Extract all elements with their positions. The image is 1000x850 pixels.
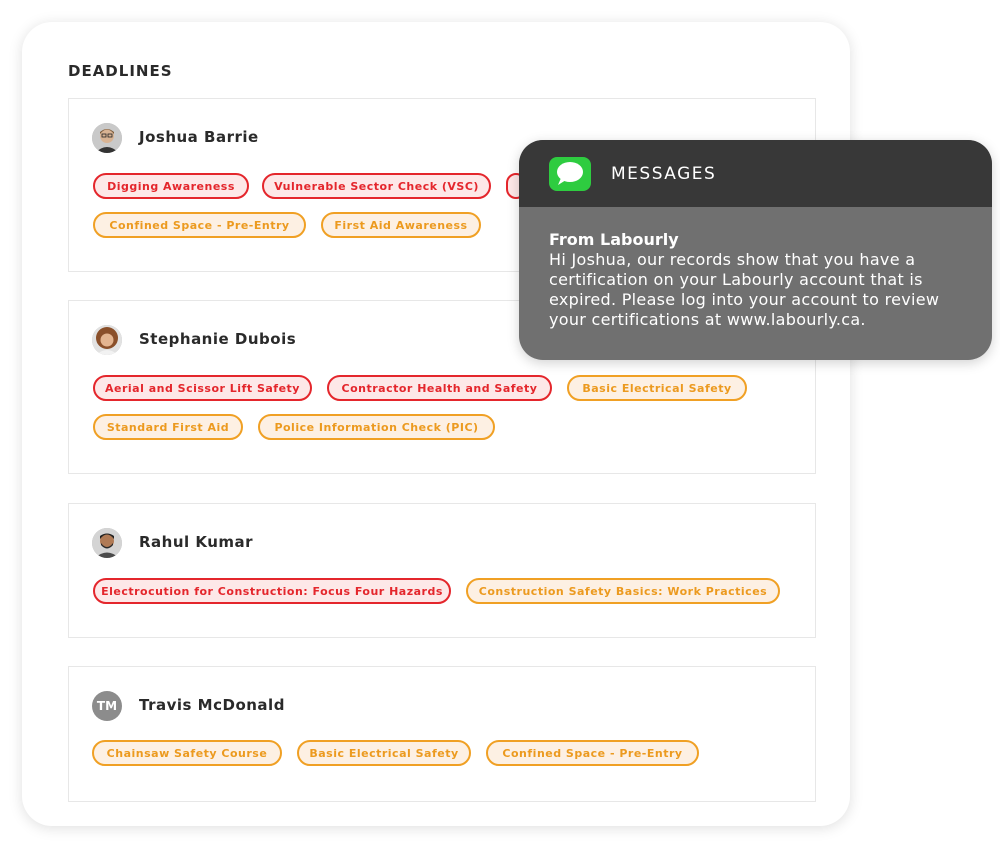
person-name: Stephanie Dubois	[139, 330, 297, 348]
certification-tag[interactable]: Confined Space - Pre-Entry	[93, 212, 306, 238]
certification-tag[interactable]: Standard First Aid	[93, 414, 243, 440]
avatar	[92, 325, 122, 355]
certification-tag[interactable]: Aerial and Scissor Lift Safety	[93, 375, 312, 401]
person-card-rahul-kumar[interactable]: Rahul Kumar Electrocution for Constructi…	[68, 503, 816, 638]
certification-tag[interactable]: Police Information Check (PIC)	[258, 414, 495, 440]
person-name: Rahul Kumar	[139, 533, 254, 551]
certification-tag[interactable]: Chainsaw Safety Course	[92, 740, 282, 766]
certification-tag[interactable]: Basic Electrical Safety	[297, 740, 471, 766]
certification-tag[interactable]: Construction Safety Basics: Work Practic…	[466, 578, 780, 604]
avatar-initials: TM	[92, 691, 122, 721]
notification-sender: From Labourly	[549, 230, 679, 249]
certification-tag[interactable]: Contractor Health and Safety	[327, 375, 552, 401]
notification-app-name: MESSAGES	[611, 164, 717, 184]
certification-tag[interactable]: Digging Awareness	[93, 173, 249, 199]
certification-tag[interactable]: Basic Electrical Safety	[567, 375, 747, 401]
person-name: Joshua Barrie	[139, 128, 259, 146]
avatar	[92, 123, 122, 153]
person-card-travis-mcdonald[interactable]: TM Travis McDonald Chainsaw Safety Cours…	[68, 666, 816, 802]
panel-title: DEADLINES	[68, 62, 173, 80]
certification-tag[interactable]: First Aid Awareness	[321, 212, 481, 238]
person-name: Travis McDonald	[139, 696, 285, 714]
notification-body: Hi Joshua, our records show that you hav…	[549, 250, 940, 329]
avatar	[92, 528, 122, 558]
certification-tag[interactable]: Confined Space - Pre-Entry	[486, 740, 699, 766]
messages-icon	[549, 157, 591, 191]
message-notification[interactable]: MESSAGES From Labourly Hi Joshua, our re…	[519, 140, 992, 360]
certification-tag[interactable]: Vulnerable Sector Check (VSC)	[262, 173, 491, 199]
certification-tag[interactable]: Electrocution for Construction: Focus Fo…	[93, 578, 451, 604]
notification-header: MESSAGES	[519, 140, 992, 207]
